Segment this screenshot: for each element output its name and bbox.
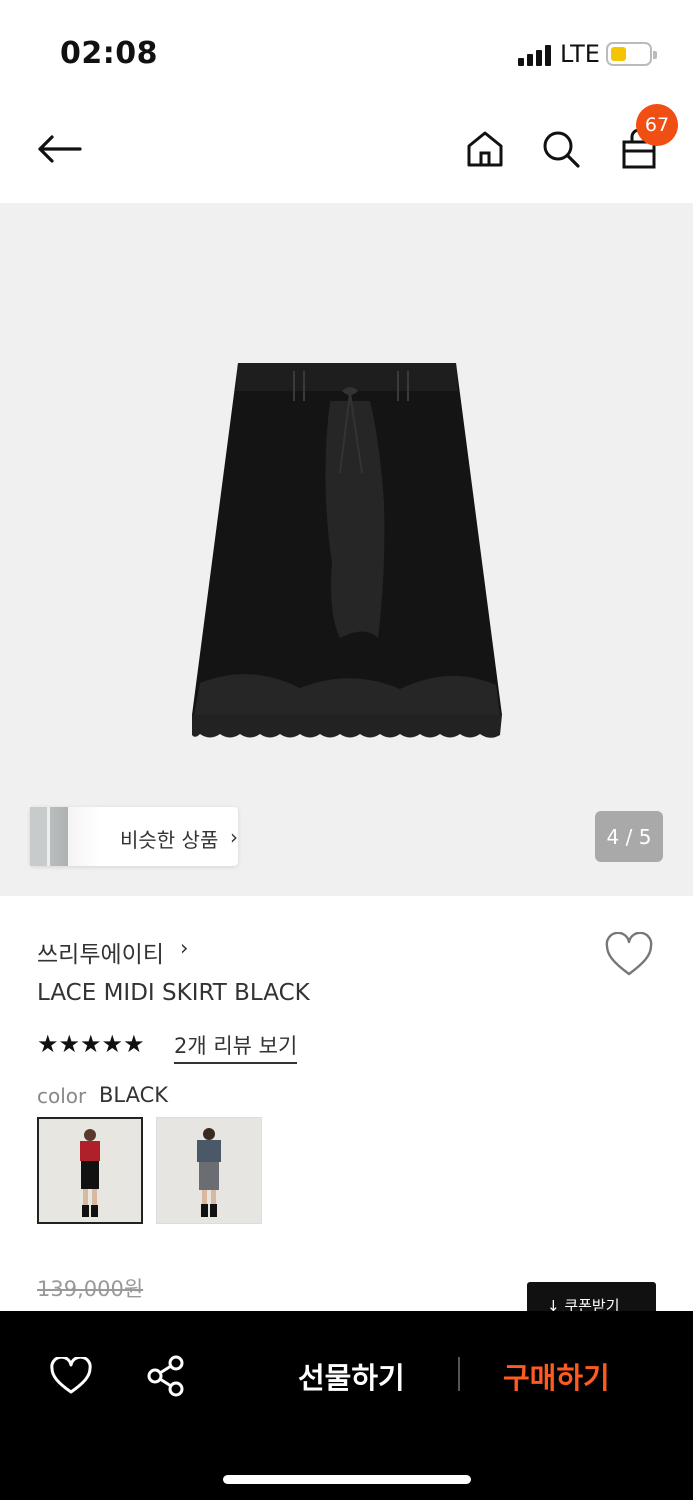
original-price: 139,000원 (37, 1277, 144, 1301)
product-image-gallery[interactable]: 비슷한 상품 › 4 / 5 (0, 203, 693, 896)
status-time: 02:08 (60, 36, 158, 71)
status-bar: 02:08 LTE (0, 0, 693, 100)
color-option-2[interactable] (156, 1117, 262, 1224)
arrow-left-icon (38, 135, 82, 163)
bottom-action-bar: 선물하기 구매하기 (0, 1311, 693, 1500)
rating-stars: ★★★★★ (37, 1030, 145, 1058)
brand-link[interactable]: 쓰리투에이티 (37, 935, 164, 969)
top-nav (0, 100, 693, 203)
network-type: LTE (560, 40, 600, 68)
review-link[interactable]: 2개 리뷰 보기 (174, 1030, 298, 1064)
model-thumbnail (157, 1118, 261, 1223)
color-value: BLACK (99, 1083, 169, 1107)
image-page-indicator: 4 / 5 (595, 811, 663, 862)
cart-count-badge: 67 (636, 104, 678, 146)
search-icon (543, 131, 580, 168)
model-thumbnail (39, 1119, 141, 1222)
home-indicator[interactable] (223, 1475, 471, 1484)
signal-icon (518, 44, 551, 66)
product-image (192, 363, 502, 738)
battery-icon (606, 42, 657, 66)
back-button[interactable] (34, 126, 84, 172)
chevron-right-icon: › (180, 936, 189, 960)
heart-icon[interactable] (604, 932, 654, 978)
heart-icon[interactable] (50, 1357, 92, 1395)
similar-product-thumbnail (30, 807, 100, 866)
buy-button[interactable]: 구매하기 (503, 1355, 610, 1397)
similar-products-label: 비슷한 상품 (120, 828, 219, 852)
search-button[interactable] (538, 126, 584, 172)
home-button[interactable] (462, 126, 508, 172)
gift-button[interactable]: 선물하기 (298, 1355, 405, 1397)
similar-products-button[interactable]: 비슷한 상품 › (30, 807, 238, 866)
home-icon (467, 131, 503, 167)
divider (458, 1357, 460, 1391)
chevron-right-icon: › (230, 825, 238, 849)
share-icon[interactable] (146, 1355, 186, 1397)
color-label: color (37, 1084, 87, 1108)
product-title: LACE MIDI SKIRT BLACK (37, 980, 310, 1006)
color-option-1[interactable] (37, 1117, 143, 1224)
